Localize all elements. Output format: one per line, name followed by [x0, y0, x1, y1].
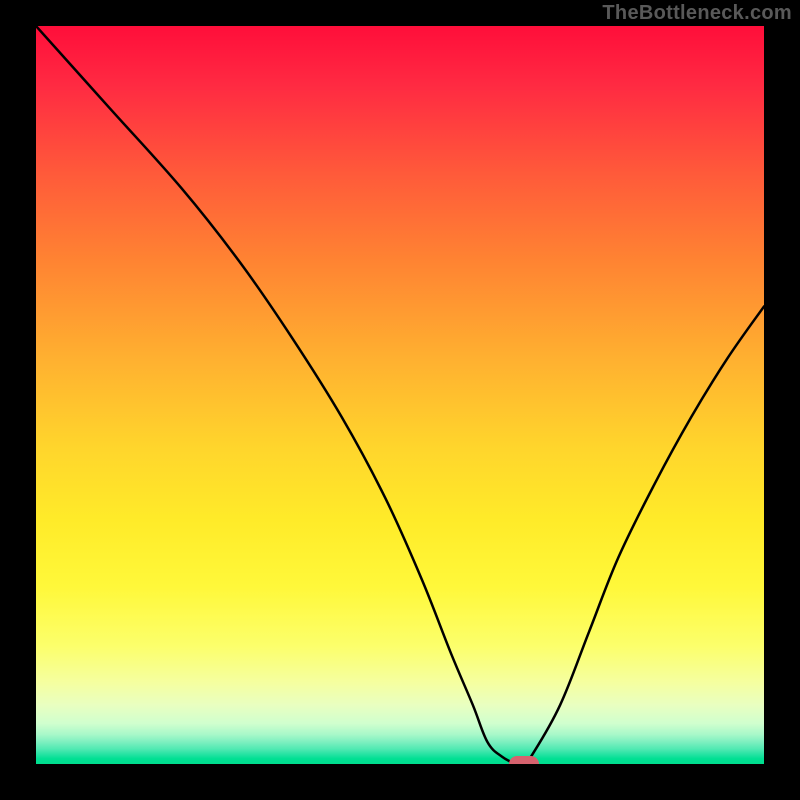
optimal-marker: [509, 756, 539, 764]
chart-plot-area: [36, 26, 764, 764]
watermark-text: TheBottleneck.com: [602, 2, 792, 25]
bottleneck-curve: [36, 26, 764, 764]
